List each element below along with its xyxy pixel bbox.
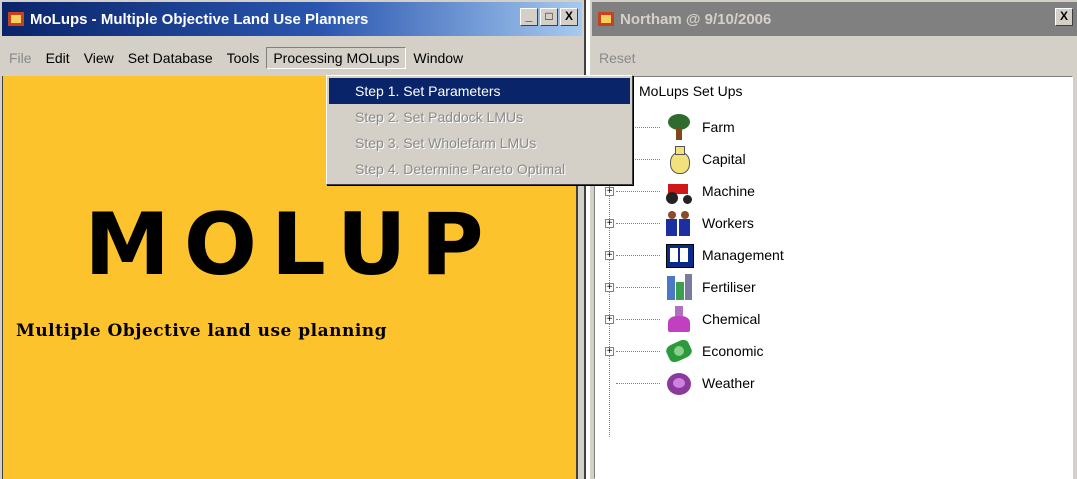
workers-icon	[664, 208, 694, 238]
tree-item-weather[interactable]: Weather	[605, 367, 755, 399]
main-menu-bar: File Edit View Set Database Tools Proces…	[2, 44, 470, 72]
tree-item-management[interactable]: + Management	[605, 239, 784, 271]
setup-menu-bar: Reset	[592, 44, 643, 72]
menu-edit[interactable]: Edit	[39, 47, 77, 69]
tree-item-fertiliser[interactable]: + Fertiliser	[605, 271, 756, 303]
menu-reset[interactable]: Reset	[592, 47, 643, 69]
management-icon	[664, 240, 694, 270]
maximize-button[interactable]: □	[540, 8, 558, 26]
economic-icon	[664, 336, 694, 366]
menu-tools[interactable]: Tools	[220, 47, 267, 69]
tree-item-label: Chemical	[702, 311, 761, 327]
molups-app-icon[interactable]	[6, 9, 26, 29]
tree-item-label: Weather	[702, 375, 755, 391]
setup-tree-view: MoLups Set Ups Farm Capital + Machine + …	[594, 76, 1073, 479]
tree-item-label: Workers	[702, 215, 754, 231]
tree-item-chemical[interactable]: + Chemical	[605, 303, 760, 335]
menu-set-database[interactable]: Set Database	[121, 47, 220, 69]
tree-root-molups-set-ups[interactable]: MoLups Set Ups	[639, 83, 743, 99]
tree-item-label: Farm	[702, 119, 735, 135]
expand-icon[interactable]: +	[605, 314, 614, 324]
menu-file[interactable]: File	[2, 47, 39, 69]
weather-icon	[664, 368, 694, 398]
close-button[interactable]: X	[1055, 8, 1073, 26]
expand-icon[interactable]: +	[605, 250, 614, 260]
molups-app-icon[interactable]	[596, 9, 616, 29]
menu-step1-set-parameters[interactable]: Step 1. Set Parameters	[329, 78, 630, 104]
close-button[interactable]: X	[560, 8, 578, 26]
molups-main-window: MoLups - Multiple Objective Land Use Pla…	[0, 0, 586, 479]
molup-logo: MOLUP	[84, 195, 498, 295]
tractor-icon	[664, 176, 694, 206]
menu-window[interactable]: Window	[406, 47, 470, 69]
setup-title-bar[interactable]: Northam @ 9/10/2006 X	[592, 2, 1077, 36]
menu-view[interactable]: View	[77, 47, 121, 69]
flask-icon	[664, 304, 694, 334]
tree-item-label: Economic	[702, 343, 764, 359]
main-window-title: MoLups - Multiple Objective Land Use Pla…	[30, 10, 369, 28]
setup-window-title: Northam @ 9/10/2006	[620, 10, 772, 28]
tree-item-label: Capital	[702, 151, 746, 167]
processing-molups-dropdown: Step 1. Set Parameters Step 2. Set Paddo…	[326, 75, 633, 185]
tree-item-label: Fertiliser	[702, 279, 756, 295]
farm-icon	[664, 112, 694, 142]
logo-subtitle: Multiple Objective land use planning	[16, 321, 388, 341]
minimize-button[interactable]: _	[520, 8, 538, 26]
expand-icon[interactable]: +	[605, 186, 614, 196]
tree-item-label: Machine	[702, 183, 755, 199]
northam-setup-window: Northam @ 9/10/2006 X Reset MoLups Set U…	[588, 0, 1077, 479]
expand-icon[interactable]: +	[605, 346, 614, 356]
menu-processing-molups[interactable]: Processing MOLups	[266, 47, 407, 69]
menu-step3-set-wholefarm-lmus[interactable]: Step 3. Set Wholefarm LMUs	[329, 130, 630, 156]
expand-icon[interactable]: +	[605, 282, 614, 292]
main-title-bar[interactable]: MoLups - Multiple Objective Land Use Pla…	[2, 2, 582, 36]
money-bag-icon	[664, 144, 694, 174]
menu-step4-determine-pareto-optimal[interactable]: Step 4. Determine Pareto Optimal	[329, 156, 630, 182]
fertiliser-icon	[664, 272, 694, 302]
expand-icon[interactable]: +	[605, 218, 614, 228]
tree-item-label: Management	[702, 247, 784, 263]
tree-item-workers[interactable]: + Workers	[605, 207, 754, 239]
menu-step2-set-paddock-lmus[interactable]: Step 2. Set Paddock LMUs	[329, 104, 630, 130]
tree-item-economic[interactable]: + Economic	[605, 335, 763, 367]
